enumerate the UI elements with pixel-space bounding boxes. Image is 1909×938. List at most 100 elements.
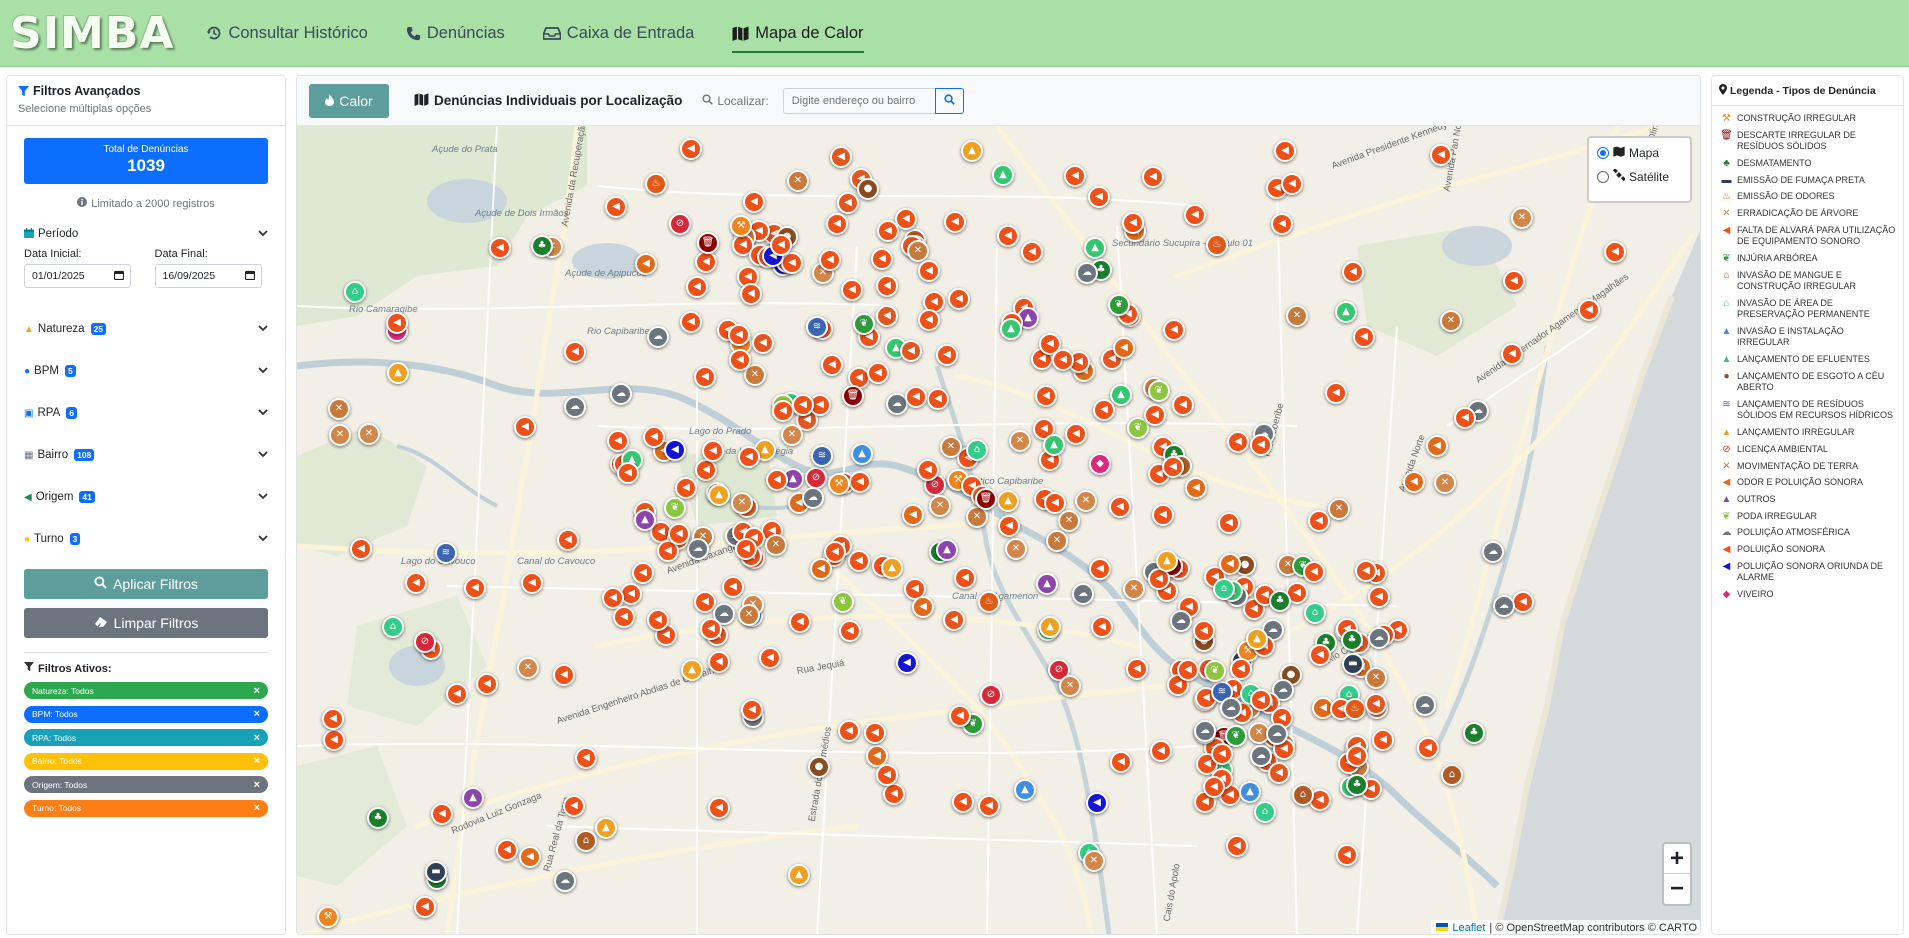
map-marker[interactable]: ◀	[954, 567, 976, 589]
map-marker[interactable]: ◀	[1126, 658, 1148, 680]
map-marker[interactable]: ◀	[1274, 140, 1296, 162]
map-marker[interactable]: ☁	[647, 326, 669, 348]
map-marker[interactable]: ◀	[1368, 586, 1390, 608]
radio-selected[interactable]	[1597, 147, 1609, 159]
map-marker[interactable]: ▲	[1043, 434, 1065, 456]
map-marker[interactable]: ◀	[867, 362, 889, 384]
map-marker[interactable]: ◀	[1403, 471, 1425, 493]
map-marker[interactable]: ☁	[1368, 627, 1390, 649]
map-marker[interactable]: ◀	[770, 234, 792, 256]
map-marker[interactable]: ◀	[1303, 561, 1325, 583]
map-marker[interactable]: ♣	[1341, 629, 1363, 651]
map-marker[interactable]: ◀	[841, 279, 863, 301]
map-marker[interactable]: ☁	[564, 396, 586, 418]
map-marker[interactable]: ☁	[802, 487, 824, 509]
map-marker[interactable]: ◀	[1430, 144, 1452, 166]
map-marker[interactable]: ☁	[1266, 723, 1288, 745]
map-marker[interactable]: ❦	[1148, 380, 1170, 402]
map-marker[interactable]: ◀	[936, 344, 958, 366]
map-marker[interactable]: ❦	[664, 497, 686, 519]
map-marker[interactable]: ◀	[830, 146, 852, 168]
map-marker[interactable]: ☁	[1250, 745, 1272, 767]
map-marker[interactable]: ☁	[1076, 262, 1098, 284]
map-marker[interactable]: ◀	[729, 349, 751, 371]
map-marker[interactable]: ❦	[1225, 725, 1247, 747]
map-marker[interactable]: ◀	[1342, 261, 1364, 283]
map-marker[interactable]: ◀	[322, 708, 344, 730]
map-marker[interactable]: ◀	[647, 609, 669, 631]
map-marker[interactable]: ◀	[743, 191, 765, 213]
filter-natureza[interactable]: ▲ Natureza 25	[24, 308, 268, 350]
layer-satelite-option[interactable]: Satélite	[1597, 168, 1682, 184]
map-marker[interactable]: ◀	[998, 515, 1020, 537]
map-marker[interactable]: ◀	[1142, 166, 1164, 188]
map-marker[interactable]: ◀	[617, 462, 639, 484]
map-marker[interactable]: ◀	[1346, 745, 1368, 767]
map-marker[interactable]: ♨	[978, 591, 1000, 613]
map-marker[interactable]: ◀	[1604, 241, 1626, 263]
map-marker[interactable]: ⌂	[1254, 801, 1276, 823]
map-marker[interactable]: ♣	[1269, 590, 1291, 612]
map-marker[interactable]: ◀	[1110, 751, 1132, 773]
map-marker[interactable]: ◀	[1336, 844, 1358, 866]
map-marker[interactable]: ✕	[731, 492, 753, 514]
calor-button[interactable]: Calor	[309, 83, 389, 118]
data-final-input[interactable]: 16/09/2025	[154, 264, 262, 288]
map-marker[interactable]: ◀	[912, 596, 934, 618]
map-marker[interactable]: ▲	[851, 443, 873, 465]
map-marker[interactable]: ◀	[943, 609, 965, 631]
map-marker[interactable]: ♣	[531, 235, 553, 257]
map-marker[interactable]: ◀	[563, 795, 585, 817]
address-search-input[interactable]: Digite endereço ou bairro	[782, 87, 935, 114]
map-marker[interactable]: ◆	[1089, 453, 1111, 475]
map-marker[interactable]: ◀	[680, 138, 702, 160]
map-marker[interactable]: ◀	[1021, 241, 1043, 263]
map-marker[interactable]: ⊘	[805, 467, 827, 489]
map-marker[interactable]: ✕	[1511, 207, 1533, 229]
map-marker[interactable]: ◀	[496, 839, 518, 861]
map-marker[interactable]: ▲	[708, 484, 730, 506]
map-marker[interactable]: ❦	[853, 313, 875, 335]
map-marker[interactable]: ▲	[1039, 616, 1061, 638]
map-marker[interactable]: ◀	[1113, 337, 1135, 359]
map-marker[interactable]: ▲	[1110, 384, 1132, 406]
map-marker[interactable]: ◀	[1089, 558, 1111, 580]
map-marker[interactable]: ✕	[1365, 667, 1387, 689]
filter-bpm[interactable]: ● BPM 5	[24, 350, 268, 392]
map-marker[interactable]: ☁	[1194, 720, 1216, 742]
map-marker[interactable]: ◀	[1109, 496, 1131, 518]
map-marker[interactable]: ◀	[722, 576, 744, 598]
map-marker[interactable]: ≋	[435, 542, 457, 564]
radio-unselected[interactable]	[1597, 170, 1609, 183]
map-marker[interactable]: ◀	[821, 354, 843, 376]
map-marker[interactable]: ✕	[929, 495, 951, 517]
map-marker[interactable]: ◀	[323, 729, 345, 751]
map-marker[interactable]: ◀	[871, 248, 893, 270]
map-marker[interactable]: ◀	[635, 253, 657, 275]
map-marker[interactable]: ◀	[1065, 423, 1087, 445]
map-marker[interactable]: ✕	[1059, 675, 1081, 697]
map-marker[interactable]: ⚒	[828, 473, 850, 495]
map-marker[interactable]: ✕	[1328, 498, 1350, 520]
map-marker[interactable]: ◀	[826, 213, 848, 235]
map-marker[interactable]: ◀	[766, 469, 788, 491]
map-marker[interactable]: ⌂	[1213, 578, 1235, 600]
map-marker[interactable]: ✕	[1046, 530, 1068, 552]
map-marker[interactable]: ◀	[978, 795, 1000, 817]
map-marker[interactable]: ◀	[848, 550, 870, 572]
map-marker[interactable]: ▲	[1014, 779, 1036, 801]
remove-chip-icon[interactable]: ×	[254, 755, 260, 767]
map-marker[interactable]: ◀	[1091, 616, 1113, 638]
map-marker[interactable]: ◀	[1152, 504, 1174, 526]
map-marker[interactable]: ◀	[668, 523, 690, 545]
zoom-out-button[interactable]: −	[1664, 874, 1690, 904]
map-marker[interactable]: ◀	[521, 572, 543, 594]
map-marker[interactable]: ◀	[1035, 385, 1057, 407]
map-marker[interactable]: ▲	[387, 362, 409, 384]
map-marker[interactable]: ◀	[1503, 270, 1525, 292]
map-marker[interactable]: ⌂	[966, 439, 988, 461]
map-marker[interactable]: ◀	[949, 705, 971, 727]
map-marker[interactable]: ▬	[1342, 653, 1364, 675]
map-marker[interactable]: ◀	[708, 651, 730, 673]
map-marker[interactable]: ▲	[634, 509, 656, 531]
